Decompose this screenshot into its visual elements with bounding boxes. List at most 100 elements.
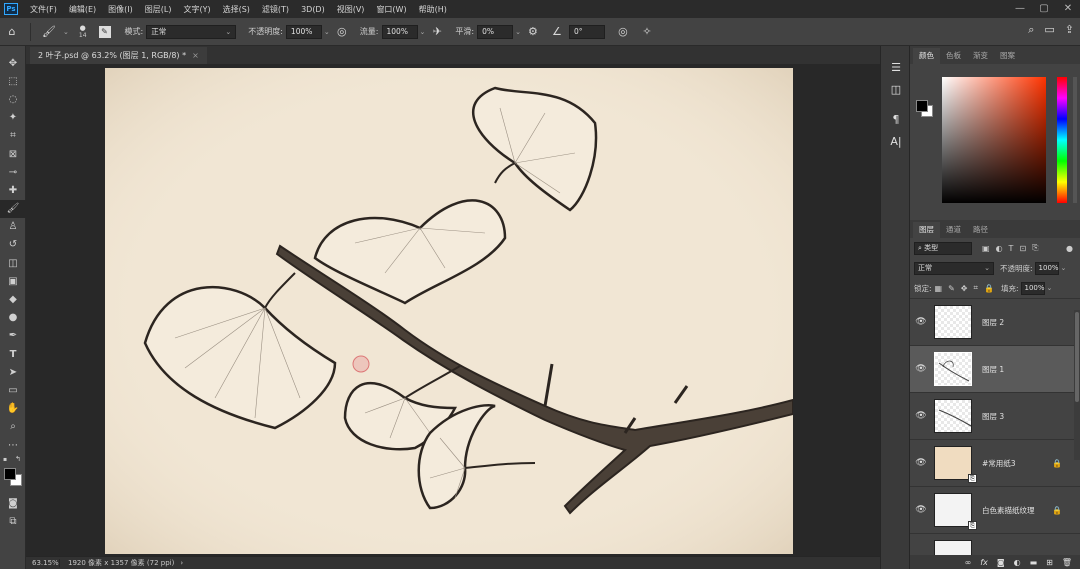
adjustment-filter-icon[interactable]: ◐: [996, 244, 1003, 253]
layer-opacity-input[interactable]: 100%: [1034, 261, 1059, 275]
tab-patterns[interactable]: 图案: [994, 48, 1021, 64]
document-tab[interactable]: 2 叶子.psd @ 63.2% (图层 1, RGB/8) * ×: [30, 47, 207, 64]
chevron-down-icon[interactable]: ⌄: [1061, 264, 1067, 272]
adjustment-layer-icon[interactable]: ◐: [1014, 558, 1021, 567]
new-layer-icon[interactable]: ⊞: [1046, 558, 1053, 567]
lock-pixels-icon[interactable]: ✎: [948, 284, 955, 293]
chevron-down-icon[interactable]: ⌄: [515, 28, 521, 36]
document-canvas[interactable]: [105, 68, 794, 554]
menu-file[interactable]: 文件(F): [24, 4, 63, 15]
eye-icon[interactable]: 👁: [910, 458, 932, 468]
tab-channels[interactable]: 通道: [940, 222, 967, 238]
type-filter-icon[interactable]: T: [1009, 244, 1014, 253]
pressure-size-icon[interactable]: ◎: [615, 24, 631, 40]
pen-tool-icon[interactable]: ✒: [0, 327, 26, 345]
rectangle-tool-icon[interactable]: ▭: [0, 381, 26, 399]
opacity-input[interactable]: 100%: [285, 24, 322, 39]
layer-row[interactable]: 👁 图层 3: [910, 392, 1080, 439]
scrollbar-thumb[interactable]: [1075, 312, 1079, 402]
brush-preset-icon[interactable]: 🖌: [41, 24, 57, 40]
delete-layer-icon[interactable]: 🗑: [1062, 558, 1072, 567]
frame-tool-icon[interactable]: ⊠: [0, 145, 26, 163]
symmetry-icon[interactable]: ✧: [639, 24, 655, 40]
angle-input[interactable]: 0°: [568, 24, 605, 39]
tab-swatches[interactable]: 色板: [940, 48, 967, 64]
workspace-icon[interactable]: ▭: [1044, 23, 1054, 37]
close-button[interactable]: ✕: [1056, 0, 1080, 18]
close-icon[interactable]: ×: [192, 51, 199, 60]
lock-artboard-icon[interactable]: ⌗: [974, 283, 979, 293]
smart-object-filter-icon[interactable]: ⎘: [1032, 243, 1038, 253]
quick-mask-icon[interactable]: ◙: [0, 494, 26, 512]
lasso-tool-icon[interactable]: ◌: [0, 90, 26, 108]
lock-all-icon[interactable]: 🔒: [984, 284, 994, 293]
airbrush-icon[interactable]: ✈: [429, 24, 445, 40]
path-selection-tool-icon[interactable]: ➤: [0, 363, 26, 381]
menu-window[interactable]: 窗口(W): [370, 4, 412, 15]
menu-help[interactable]: 帮助(H): [413, 4, 453, 15]
crop-tool-icon[interactable]: ⌗: [0, 127, 26, 145]
menu-select[interactable]: 选择(S): [217, 4, 256, 15]
lock-position-icon[interactable]: ✥: [961, 284, 968, 293]
layer-row[interactable]: 👁 ⎘ 白色素描纸纹理 🔒: [910, 486, 1080, 533]
layer-row[interactable]: 👁 ⎘ #常用纸3 🔒: [910, 439, 1080, 486]
fill-input[interactable]: 100%: [1020, 281, 1045, 295]
search-icon[interactable]: ⌕: [1028, 23, 1034, 37]
saturation-value-picker[interactable]: [942, 77, 1046, 203]
tab-color[interactable]: 颜色: [913, 48, 940, 64]
gradient-tool-icon[interactable]: ▣: [0, 272, 26, 290]
layer-row[interactable]: 👁 图层 2: [910, 298, 1080, 345]
eye-icon[interactable]: 👁: [910, 364, 932, 374]
properties-icon[interactable]: ◫: [881, 78, 911, 100]
default-colors-icon[interactable]: ▪: [3, 456, 7, 463]
eyedropper-tool-icon[interactable]: ⊸: [0, 163, 26, 181]
menu-layer[interactable]: 图层(L): [139, 4, 178, 15]
pixel-filter-icon[interactable]: ▣: [982, 244, 990, 253]
mode-select[interactable]: 正常 ⌄: [146, 24, 237, 39]
tab-layers[interactable]: 图层: [913, 222, 940, 238]
eye-icon[interactable]: 👁: [910, 317, 932, 327]
brush-tool-icon[interactable]: 🖌: [0, 199, 26, 218]
menu-filter[interactable]: 滤镜(T): [256, 4, 295, 15]
fx-icon[interactable]: fx: [980, 558, 988, 567]
hand-tool-icon[interactable]: ✋: [0, 400, 26, 418]
tab-gradients[interactable]: 渐变: [967, 48, 994, 64]
hue-slider[interactable]: [1057, 77, 1067, 203]
chevron-down-icon[interactable]: ⌄: [324, 28, 330, 36]
minimize-button[interactable]: —: [1008, 0, 1032, 18]
brush-settings-icon[interactable]: ✎: [98, 25, 111, 38]
type-tool-icon[interactable]: T: [0, 345, 26, 363]
layer-row[interactable]: [910, 533, 1080, 555]
chevron-down-icon[interactable]: ⌄: [1047, 284, 1053, 292]
history-brush-tool-icon[interactable]: ↺: [0, 236, 26, 254]
character-icon[interactable]: A|: [881, 130, 911, 152]
flow-input[interactable]: 100%: [381, 24, 418, 39]
magic-wand-tool-icon[interactable]: ✦: [0, 109, 26, 127]
eye-icon[interactable]: 👁: [910, 505, 932, 515]
foreground-color-swatch[interactable]: [4, 468, 16, 481]
screen-mode-icon[interactable]: ⧉: [0, 512, 26, 530]
zoom-level[interactable]: 63.15%: [26, 559, 60, 567]
gear-icon[interactable]: ⚙: [525, 24, 541, 40]
menu-view[interactable]: 视图(V): [331, 4, 371, 15]
zoom-tool-icon[interactable]: ⌕: [0, 418, 26, 436]
canvas-area[interactable]: [26, 64, 880, 556]
menu-3d[interactable]: 3D(D): [295, 5, 331, 14]
eye-icon[interactable]: 👁: [910, 411, 932, 421]
eraser-tool-icon[interactable]: ◫: [0, 254, 26, 272]
swap-colors-icon[interactable]: ↰: [15, 455, 21, 463]
status-menu-arrow[interactable]: ›: [180, 559, 183, 567]
chevron-down-icon[interactable]: ⌄: [63, 28, 69, 36]
home-icon[interactable]: ⌂: [4, 24, 20, 40]
lock-transparent-icon[interactable]: ▦: [935, 284, 943, 293]
blur-tool-icon[interactable]: ◆: [0, 290, 26, 308]
smooth-input[interactable]: 0%: [477, 24, 514, 39]
document-info[interactable]: 1920 像素 x 1357 像素 (72 ppi): [60, 558, 174, 568]
share-icon[interactable]: ⇪: [1065, 23, 1074, 37]
pressure-opacity-icon[interactable]: ◎: [334, 24, 350, 40]
layer-row-selected[interactable]: 👁 图层 1: [910, 345, 1080, 392]
dodge-tool-icon[interactable]: ●: [0, 309, 26, 327]
blend-mode-select[interactable]: 正常 ⌄: [914, 261, 994, 275]
link-layers-icon[interactable]: ∞: [965, 558, 972, 567]
add-mask-icon[interactable]: ◙: [997, 558, 1005, 567]
